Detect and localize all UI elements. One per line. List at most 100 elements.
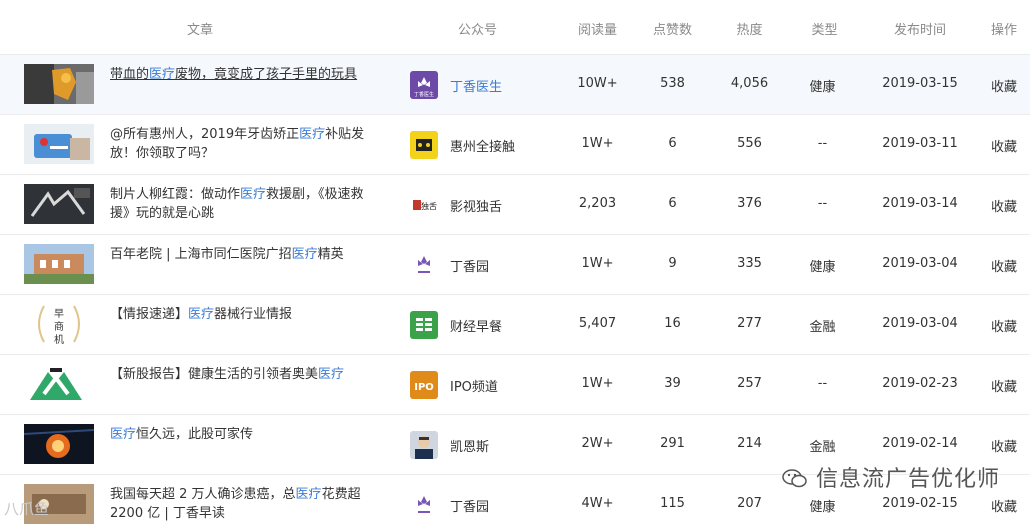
likes-value: 16 (664, 316, 681, 331)
account-logo[interactable]: IPO (410, 371, 438, 399)
likes-value: 6 (668, 196, 677, 211)
article-title[interactable]: 带血的医疗废物，竟变成了孩子手里的玩具 (110, 65, 380, 84)
reads-value: 1W+ (581, 136, 614, 151)
reads-value: 1W+ (581, 256, 614, 271)
reads-value: 4W+ (581, 496, 614, 511)
account-name[interactable]: 凯恩斯 (450, 436, 489, 455)
favorite-button[interactable]: 收藏 (980, 496, 1028, 515)
table-header: 文章 公众号 阅读量 点赞数 热度 类型 发布时间 操作 (0, 0, 1030, 55)
reads-value: 1W+ (581, 376, 614, 391)
type-value: -- (817, 196, 828, 211)
article-thumbnail[interactable] (24, 184, 94, 224)
heat-value: 335 (737, 256, 762, 271)
svg-text:商: 商 (54, 320, 64, 333)
favorite-button[interactable]: 收藏 (980, 136, 1028, 155)
reads-value: 2,203 (578, 196, 617, 211)
header-account[interactable]: 公众号 (445, 19, 510, 38)
svg-text:IPO: IPO (414, 382, 434, 393)
date-value: 2019-03-04 (882, 256, 958, 271)
svg-text:独舌: 独舌 (421, 201, 437, 211)
watermark: 信息流广告优化师 (782, 461, 1000, 493)
heat-value: 257 (737, 376, 762, 391)
date-value: 2019-03-11 (882, 136, 958, 151)
account-name[interactable]: 丁香园 (450, 496, 489, 515)
date-value: 2019-03-04 (882, 316, 958, 331)
favorite-button[interactable]: 收藏 (980, 256, 1028, 275)
heat-value: 4,056 (730, 76, 769, 91)
heat-value: 376 (737, 196, 762, 211)
date-value: 2019-02-15 (882, 496, 958, 511)
header-article[interactable]: 文章 (170, 19, 230, 38)
svg-text:机: 机 (54, 333, 64, 344)
account-logo[interactable] (410, 431, 438, 459)
article-title[interactable]: @所有惠州人，2019年牙齿矫正医疗补贴发放！你领取了吗？ (110, 125, 380, 163)
article-title[interactable]: 【新股报告】健康生活的引领者奥美医疗 (110, 365, 380, 384)
header-heat[interactable]: 热度 (717, 19, 782, 38)
table-row[interactable]: 百年老院 | 上海市同仁医院广招医疗精英 丁香园 1W+ 9 335 健康 20… (0, 235, 1030, 295)
likes-value: 291 (660, 436, 685, 451)
article-thumbnail[interactable] (24, 364, 94, 404)
likes-value: 6 (668, 136, 677, 151)
account-logo[interactable]: 丁香医生 (410, 71, 438, 99)
article-title[interactable]: 【情报速递】医疗器械行业情报 (110, 305, 380, 324)
heat-value: 277 (737, 316, 762, 331)
article-title[interactable]: 医疗恒久远，此股可家传 (110, 425, 380, 444)
article-thumbnail[interactable] (24, 244, 94, 284)
heat-value: 207 (737, 496, 762, 511)
favorite-button[interactable]: 收藏 (980, 316, 1028, 335)
account-logo[interactable] (410, 251, 438, 279)
type-value: 金融 (809, 440, 836, 455)
likes-value: 538 (660, 76, 685, 91)
reads-value: 10W+ (577, 76, 618, 91)
favorite-button[interactable]: 收藏 (980, 76, 1028, 95)
account-name[interactable]: 影视独舌 (450, 196, 502, 215)
article-thumbnail[interactable]: 早商机 (24, 304, 94, 344)
article-title[interactable]: 百年老院 | 上海市同仁医院广招医疗精英 (110, 245, 380, 264)
type-value: 金融 (809, 320, 836, 335)
article-title[interactable]: 我国每天超 2 万人确诊患癌，总医疗花费超 2200 亿 | 丁香早读 (110, 485, 380, 523)
account-name[interactable]: 丁香医生 (450, 76, 502, 95)
favorite-button[interactable]: 收藏 (980, 436, 1028, 455)
account-name[interactable]: IPO频道 (450, 376, 498, 395)
type-value: 健康 (809, 80, 836, 95)
date-value: 2019-02-23 (882, 376, 958, 391)
favorite-button[interactable]: 收藏 (980, 196, 1028, 215)
heat-value: 214 (737, 436, 762, 451)
watermark-small: 八爪鱼 (4, 500, 50, 518)
account-logo[interactable] (410, 491, 438, 519)
header-likes[interactable]: 点赞数 (640, 19, 705, 38)
article-thumbnail[interactable] (24, 124, 94, 164)
header-type[interactable]: 类型 (792, 19, 857, 38)
heat-value: 556 (737, 136, 762, 151)
type-value: -- (817, 136, 828, 151)
header-reads[interactable]: 阅读量 (565, 19, 630, 38)
table-row[interactable]: @所有惠州人，2019年牙齿矫正医疗补贴发放！你领取了吗？ 惠州全接触 1W+ … (0, 115, 1030, 175)
svg-text:丁香医生: 丁香医生 (414, 91, 434, 98)
likes-value: 9 (668, 256, 677, 271)
table-row[interactable]: 带血的医疗废物，竟变成了孩子手里的玩具 丁香医生 丁香医生 10W+ 538 4… (0, 55, 1030, 115)
table-row[interactable]: 制片人柳红霞：做动作医疗救援剧，《极速救援》玩的就是心跳 独舌 影视独舌 2,2… (0, 175, 1030, 235)
wechat-icon (782, 469, 807, 488)
account-logo[interactable]: 独舌 (410, 191, 438, 219)
account-logo[interactable] (410, 131, 438, 159)
article-thumbnail[interactable] (24, 64, 94, 104)
table-row[interactable]: 早商机 【情报速递】医疗器械行业情报 财经早餐 5,407 16 277 金融 … (0, 295, 1030, 355)
table-row[interactable]: 【新股报告】健康生活的引领者奥美医疗 IPO IPO频道 1W+ 39 257 … (0, 355, 1030, 415)
likes-value: 115 (660, 496, 685, 511)
article-thumbnail[interactable] (24, 424, 94, 464)
account-name[interactable]: 财经早餐 (450, 316, 502, 335)
reads-value: 2W+ (581, 436, 614, 451)
header-date[interactable]: 发布时间 (880, 19, 960, 38)
account-logo[interactable] (410, 311, 438, 339)
favorite-button[interactable]: 收藏 (980, 376, 1028, 395)
reads-value: 5,407 (578, 316, 617, 331)
account-name[interactable]: 丁香园 (450, 256, 489, 275)
date-value: 2019-03-15 (882, 76, 958, 91)
header-op: 操作 (990, 23, 1017, 38)
account-name[interactable]: 惠州全接触 (450, 136, 515, 155)
type-value: 健康 (809, 260, 836, 275)
date-value: 2019-03-14 (882, 196, 958, 211)
likes-value: 39 (664, 376, 681, 391)
article-title[interactable]: 制片人柳红霞：做动作医疗救援剧，《极速救援》玩的就是心跳 (110, 185, 380, 223)
type-value: 健康 (809, 500, 836, 515)
